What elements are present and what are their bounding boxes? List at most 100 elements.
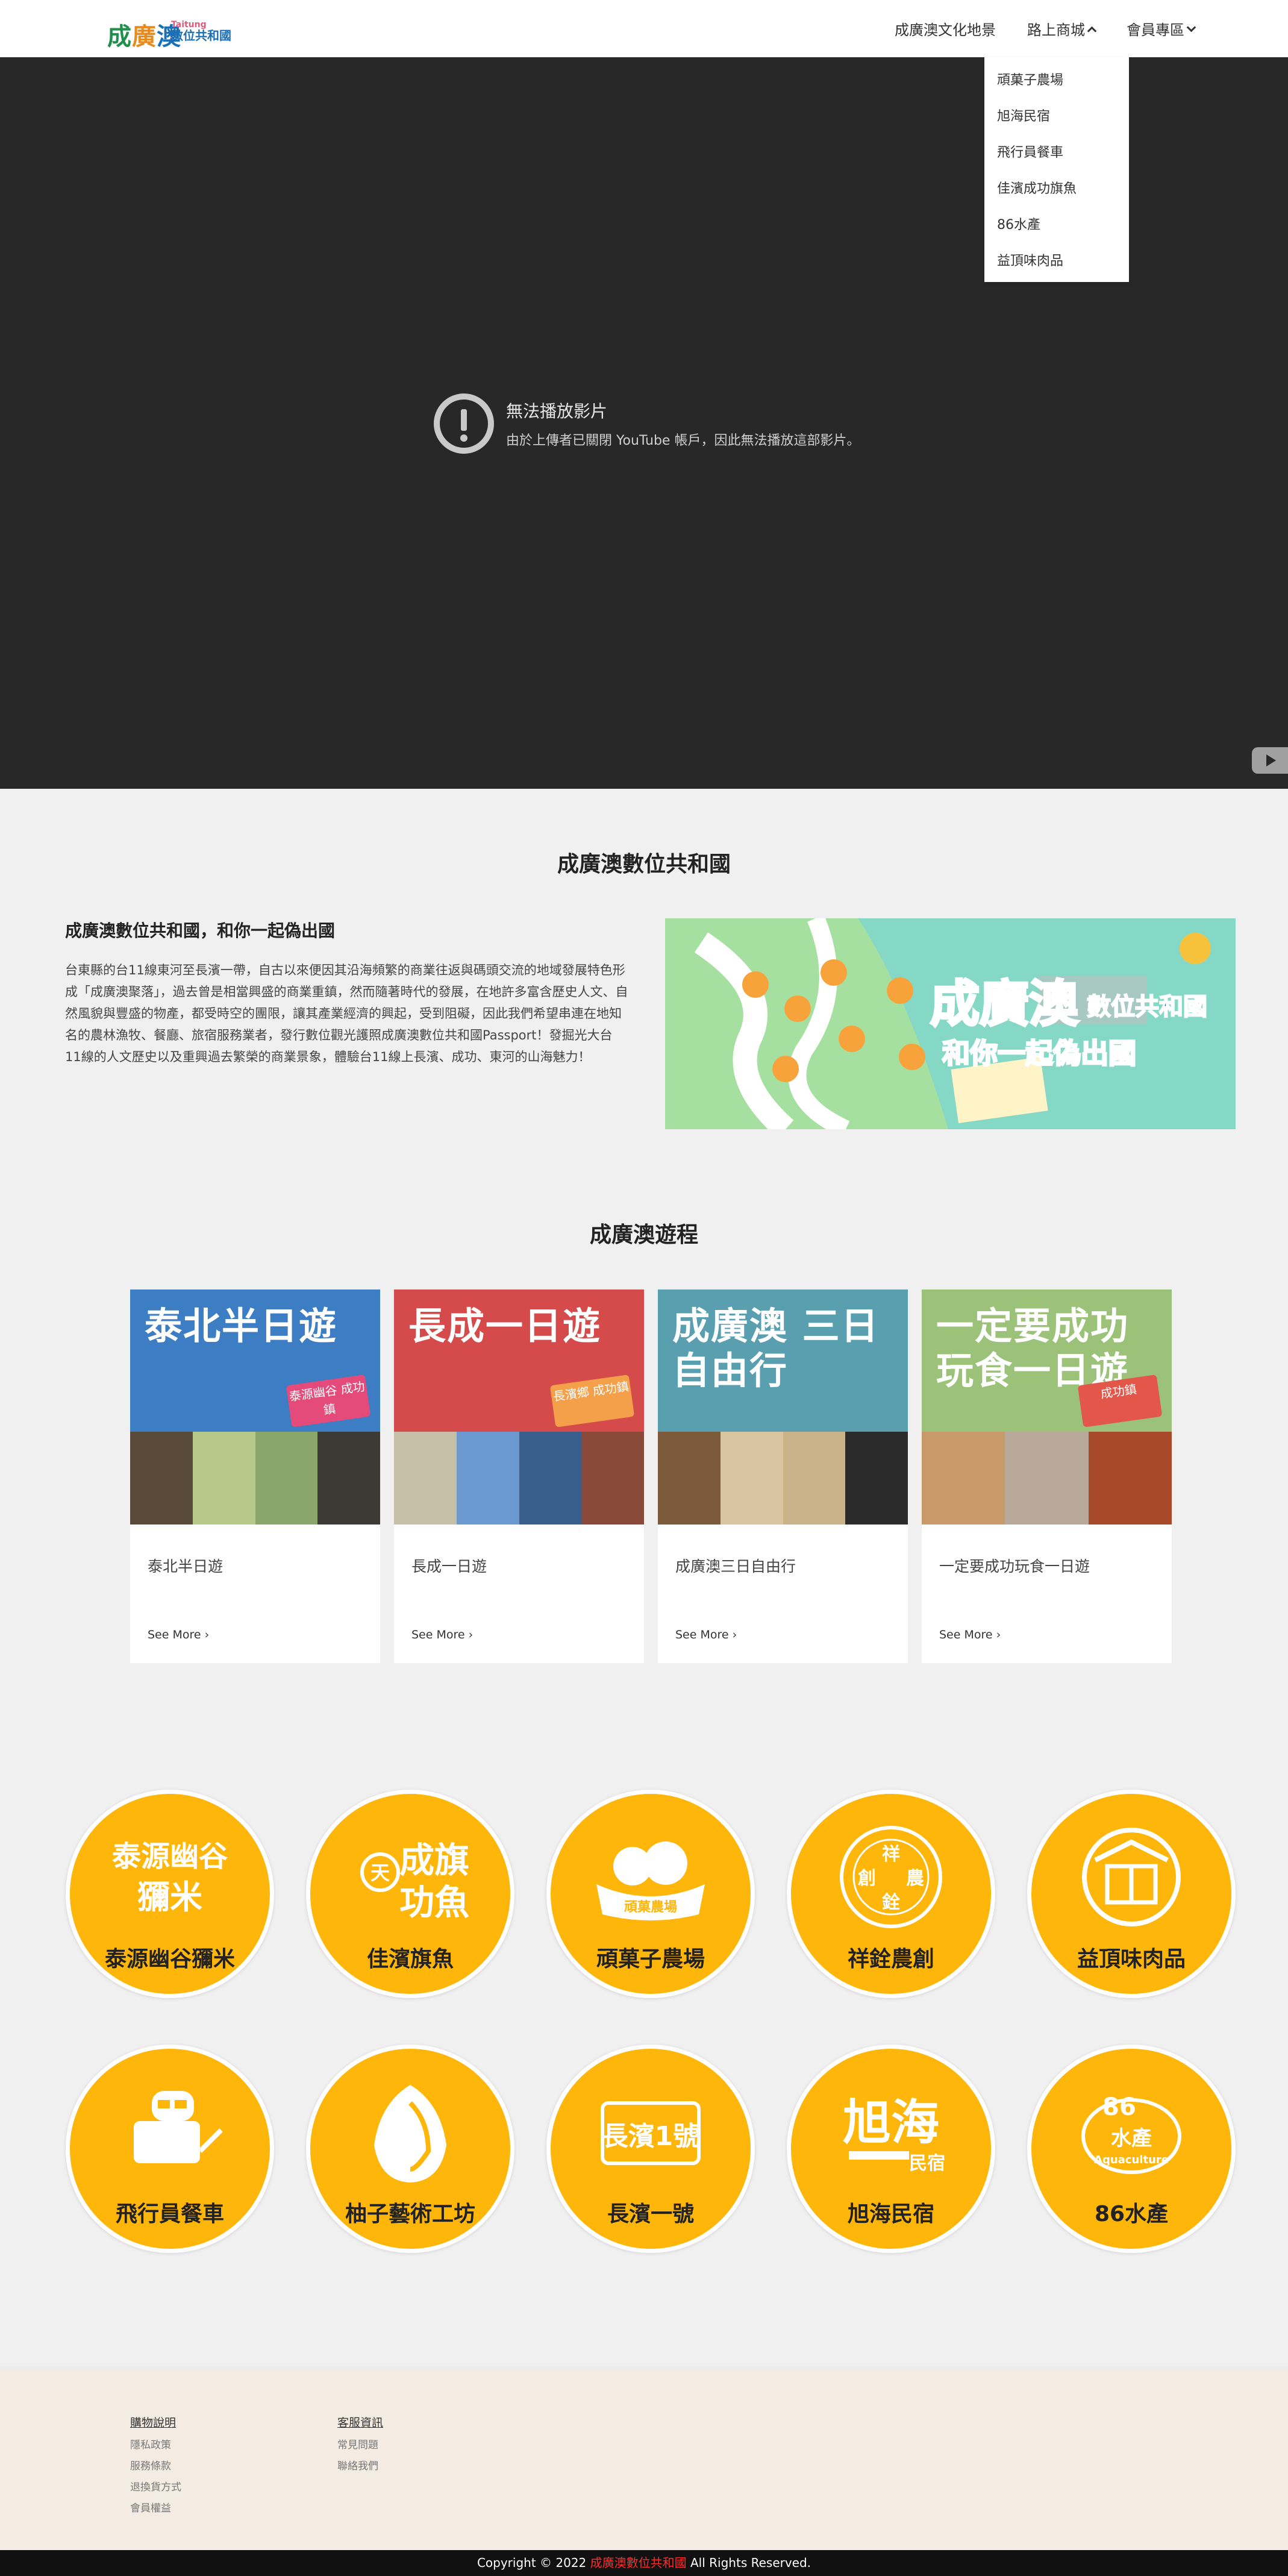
shop-logo-icon	[110, 2079, 230, 2187]
see-more-link[interactable]: See More ›	[411, 1628, 473, 1641]
svg-text:天: 天	[370, 1861, 390, 1884]
dropdown-item[interactable]: 佳濱成功旗魚	[984, 181, 1129, 218]
shop-logo-icon: 頑菓農場	[590, 1824, 711, 1932]
logo-char-2: 廣	[132, 23, 157, 51]
youtube-play-icon[interactable]	[1252, 747, 1288, 774]
see-more-link[interactable]: See More ›	[939, 1628, 1001, 1641]
see-more-link[interactable]: See More ›	[148, 1628, 209, 1641]
footer-link[interactable]: 服務條款	[130, 2456, 181, 2477]
tour-name: 成廣澳三日自由行	[675, 1558, 796, 1575]
nav-item-landscape[interactable]: 成廣澳文化地景	[895, 18, 996, 39]
copyright-text-end: All Rights Reserved.	[686, 2556, 811, 2570]
shop-card[interactable]: 飛行員餐車	[66, 2045, 274, 2253]
shop-card[interactable]: 頑菓農場 頑菓子農場	[546, 1790, 755, 1998]
footer-link[interactable]: 會員權益	[130, 2498, 181, 2519]
chevron-up-icon	[1087, 26, 1097, 36]
nav-label: 會員專區	[1127, 22, 1184, 39]
shop-name: 柚子藝術工坊	[345, 2202, 475, 2227]
tour-name: 長成一日遊	[411, 1558, 487, 1575]
footer-link[interactable]: 隱私政策	[130, 2435, 181, 2456]
banner-title-1: 成廣澳	[930, 976, 1079, 1033]
footer-col-service: 客服資訊 常見問題 聯絡我們	[337, 2414, 383, 2477]
shop-logo-icon	[1071, 1824, 1192, 1932]
dropdown-item[interactable]: 頑菓子農場	[984, 73, 1129, 109]
svg-text:銓: 銓	[882, 1892, 900, 1913]
shop-card[interactable]: 泰源幽谷 獼米 泰源幽谷獼米	[66, 1790, 274, 1998]
footer-divider	[0, 2366, 1288, 2371]
shop-name: 佳濱旗魚	[366, 1947, 454, 1972]
tour-image: 長成一日遊 長濱鄉 成功鎮	[394, 1290, 644, 1531]
tour-image: 泰北半日遊 泰源幽谷 成功鎮	[130, 1290, 380, 1531]
svg-text:長濱1號: 長濱1號	[602, 2121, 700, 2152]
footer-link[interactable]: 聯絡我們	[337, 2456, 383, 2477]
copyright-bar: Copyright © 2022 成廣澳數位共和國 All Rights Res…	[0, 2550, 1288, 2576]
tour-name: 泰北半日遊	[148, 1558, 224, 1575]
site-footer: 購物說明 隱私政策 服務條款 退換貨方式 會員權益 客服資訊 常見問題 聯絡我們	[0, 2366, 1288, 2550]
section-title-intro: 成廣澳數位共和國	[557, 852, 731, 877]
video-error-title: 無法播放影片	[506, 401, 608, 421]
main-nav: 成廣澳文化地景 路上商城 會員專區	[895, 18, 1196, 39]
intro-paragraph: 台東縣的台11線東河至長濱一帶，自古以來便因其沿海頻繁的商業往返與碼頭交流的地域…	[65, 963, 628, 1064]
shop-card[interactable]: 益頂味肉品	[1027, 1790, 1236, 1998]
shop-card[interactable]: 天成旗 功魚 佳濱旗魚	[306, 1790, 514, 1998]
copyright-brand-link[interactable]: 成廣澳數位共和國	[590, 2556, 687, 2570]
dropdown-item[interactable]: 86水產	[984, 218, 1129, 254]
footer-link[interactable]: 退換貨方式	[130, 2477, 181, 2498]
dropdown-item[interactable]: 旭海民宿	[984, 109, 1129, 145]
svg-text:民宿: 民宿	[909, 2153, 945, 2174]
see-more-link[interactable]: See More ›	[675, 1628, 737, 1641]
svg-text:旭海: 旭海	[843, 2094, 939, 2151]
tour-image: 成廣澳 三日自由行	[658, 1290, 908, 1531]
shop-card[interactable]: 柚子藝術工坊	[306, 2045, 514, 2253]
tour-image-title: 成廣澳 三日自由行	[672, 1304, 880, 1393]
chevron-down-icon	[1186, 22, 1196, 33]
svg-text:農: 農	[906, 1868, 924, 1889]
tour-card[interactable]: 長成一日遊 長濱鄉 成功鎮 長成一日遊 See More ›	[394, 1290, 644, 1663]
svg-text:成旗: 成旗	[399, 1840, 469, 1881]
shop-logo-icon: 旭海 民宿	[831, 2079, 951, 2187]
svg-text:86: 86	[1102, 2093, 1136, 2121]
tour-image-title: 泰北半日遊	[145, 1304, 338, 1348]
copyright-text: Copyright © 2022	[477, 2556, 590, 2570]
dropdown-item[interactable]: 飛行員餐車	[984, 145, 1129, 181]
banner-title-2: 數位共和國	[1087, 993, 1207, 1021]
footer-col-shopping: 購物說明 隱私政策 服務條款 退換貨方式 會員權益	[130, 2414, 181, 2519]
tour-card[interactable]: 成廣澳 三日自由行 成廣澳三日自由行 See More ›	[658, 1290, 908, 1663]
shop-name: 旭海民宿	[847, 2202, 934, 2227]
banner-title-3: 和你一起偽出國	[942, 1037, 1136, 1070]
shop-logo-icon: 長濱1號	[590, 2079, 711, 2187]
shop-card[interactable]: 86 水產 Aquaculture 86水產	[1027, 2045, 1236, 2253]
shop-dropdown-menu: 頑菓子農場 旭海民宿 飛行員餐車 佳濱成功旗魚 86水產 益頂味肉品	[984, 57, 1129, 282]
site-logo[interactable]: 成廣澳 Taitung 數位共和國	[107, 14, 237, 51]
shop-name: 86水產	[1094, 2202, 1169, 2227]
shop-logo-icon: 祥創 農銓	[831, 1824, 951, 1932]
tour-image: 一定要成功 玩食一日遊 成功鎮	[922, 1290, 1172, 1531]
section-title-tours: 成廣澳遊程	[589, 1223, 698, 1247]
shop-card[interactable]: 祥創 農銓 祥銓農創	[787, 1790, 995, 1998]
tour-image-title: 長成一日遊	[408, 1304, 602, 1348]
nav-item-shop[interactable]: 路上商城	[1027, 18, 1097, 39]
footer-heading: 客服資訊	[337, 2416, 384, 2430]
shop-name: 益頂味肉品	[1077, 1947, 1186, 1972]
intro-heading: 成廣澳數位共和國，和你一起偽出國	[65, 921, 336, 941]
video-error-message: 無法播放影片 由於上傳者已關閉 YouTube 帳戶，因此無法播放這部影片。	[434, 393, 860, 454]
shop-logo-icon: 泰源幽谷 獼米	[110, 1824, 230, 1932]
tour-card[interactable]: 一定要成功 玩食一日遊 成功鎮 一定要成功玩食一日遊 See More ›	[922, 1290, 1172, 1663]
svg-text:創: 創	[858, 1868, 876, 1889]
shop-card[interactable]: 長濱1號 長濱一號	[546, 2045, 755, 2253]
shop-name: 泰源幽谷獼米	[104, 1947, 235, 1972]
svg-text:水產: 水產	[1111, 2126, 1152, 2151]
shop-card[interactable]: 旭海 民宿 旭海民宿	[787, 2045, 995, 2253]
shop-logo-icon: 天成旗 功魚	[350, 1824, 470, 1932]
tour-card[interactable]: 泰北半日遊 泰源幽谷 成功鎮 泰北半日遊 See More ›	[130, 1290, 380, 1663]
shop-name: 飛行員餐車	[115, 2202, 224, 2227]
shop-logo-icon: 86 水產 Aquaculture	[1071, 2079, 1192, 2187]
footer-link[interactable]: 常見問題	[337, 2435, 383, 2456]
nav-label: 成廣澳文化地景	[895, 22, 996, 39]
dropdown-item[interactable]: 益頂味肉品	[984, 254, 1129, 290]
tour-name: 一定要成功玩食一日遊	[939, 1558, 1090, 1575]
nav-item-member[interactable]: 會員專區	[1127, 18, 1196, 39]
shop-name: 頑菓子農場	[596, 1947, 705, 1972]
svg-text:泰源幽谷: 泰源幽谷	[112, 1840, 228, 1873]
svg-text:頑菓農場: 頑菓農場	[624, 1899, 677, 1915]
